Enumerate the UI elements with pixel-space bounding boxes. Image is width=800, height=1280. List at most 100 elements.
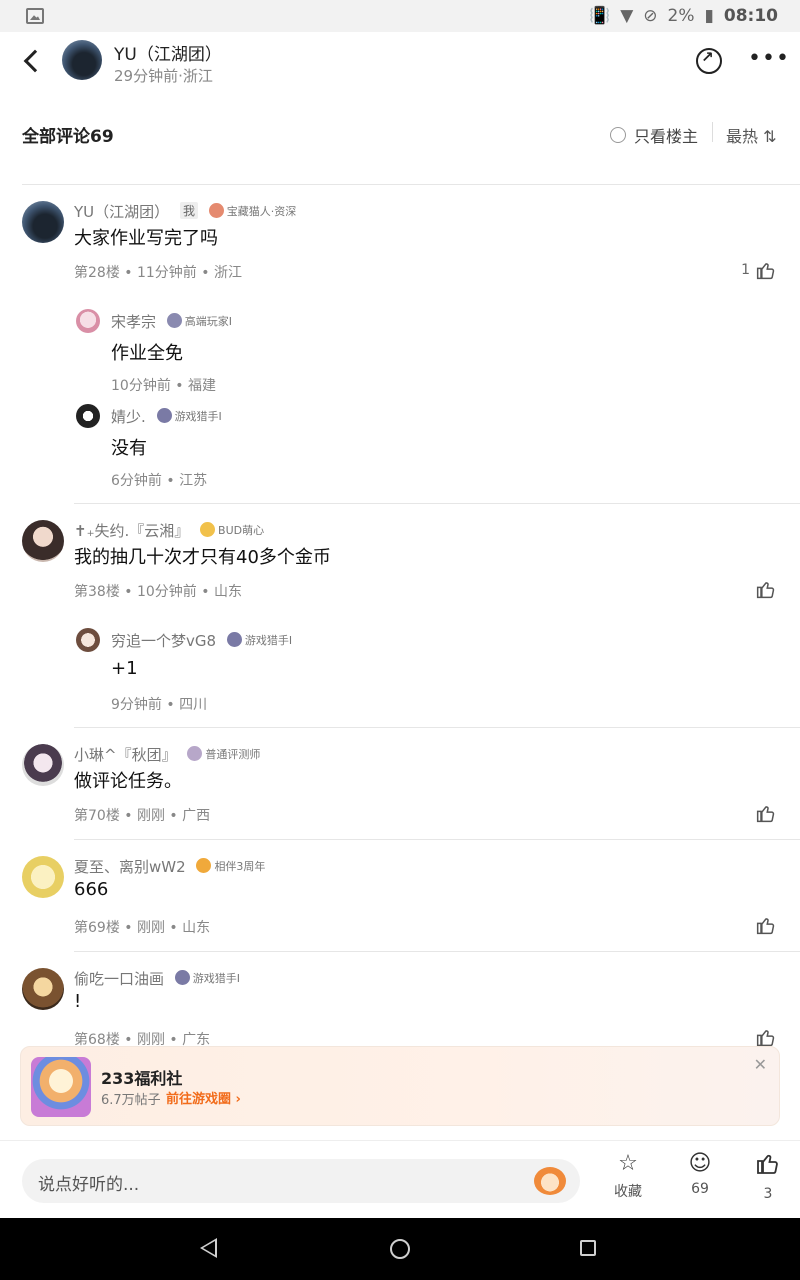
favorite-label: 收藏 (614, 1184, 642, 1200)
comment-text: 大家作业写完了吗 (74, 228, 218, 249)
system-nav-bar (0, 1218, 800, 1280)
favorite-button[interactable]: ☆ 收藏 (598, 1151, 658, 1201)
divider (74, 727, 800, 728)
comments-button[interactable]: ☺ 69 (670, 1151, 730, 1197)
user-badge: 游戏猎手I (226, 632, 293, 648)
like-button[interactable] (756, 803, 776, 823)
emoji-monkey-icon[interactable] (534, 1167, 566, 1195)
comment-text: 666 (74, 879, 109, 900)
username-text: ✝₊失约.『云湘』 (74, 522, 190, 540)
avatar[interactable] (76, 404, 100, 428)
badge-icon (166, 313, 182, 328)
badge-label: 普通评测师 (205, 748, 261, 761)
reply-meta: 6分钟前 • 江苏 (111, 473, 208, 489)
clock: 08:10 (723, 6, 778, 26)
reply-meta: 10分钟前 • 福建 (111, 378, 216, 394)
radio-icon[interactable] (610, 127, 626, 143)
like-post-button[interactable]: 3 (738, 1151, 798, 1202)
star-icon: ☆ (618, 1151, 638, 1176)
top-bar: YU（江湖团） 29分钟前·浙江 ••• (0, 32, 800, 94)
badge-icon (187, 746, 203, 761)
like-button[interactable] (756, 915, 776, 935)
comments-count: 69 (691, 1181, 709, 1197)
comments-header: 全部评论69 只看楼主 最热 ⇅ (0, 110, 800, 160)
avatar[interactable] (22, 856, 64, 898)
username-text: 婧少. (111, 408, 146, 426)
vibrate-icon: 📳 (589, 6, 611, 26)
username-text: 穷追一个梦vG8 (111, 632, 217, 650)
reply-username[interactable]: 婧少. 游戏猎手I (111, 406, 222, 427)
comment-text: ! (74, 991, 82, 1012)
go-to-circle-link[interactable]: 前往游戏圈 › (166, 1088, 241, 1107)
comment-meta: 第28楼 • 11分钟前 • 浙江 (74, 265, 242, 281)
user-badge: 游戏猎手I (156, 408, 222, 424)
promo-title: 233福利社 (101, 1069, 183, 1088)
no-sim-icon: ⊘ (643, 6, 658, 26)
avatar[interactable] (22, 201, 64, 243)
back-icon[interactable] (18, 46, 48, 76)
comment-meta: 第38楼 • 10分钟前 • 山东 (74, 584, 242, 600)
bottom-action-bar: 说点好听的... ☆ 收藏 ☺ 69 3 (0, 1140, 800, 1218)
owner-only-toggle[interactable]: 只看楼主 (610, 123, 698, 147)
like-button[interactable] (756, 579, 776, 599)
reply-text: 没有 (111, 438, 147, 459)
wifi-icon: ▼ (620, 6, 634, 26)
badge-icon (174, 970, 190, 985)
author-name[interactable]: YU（江湖团） (114, 40, 222, 65)
like-button[interactable]: 1 (741, 260, 776, 280)
reply-username[interactable]: 穷追一个梦vG8 游戏猎手I (111, 630, 292, 651)
badge-icon (196, 858, 212, 873)
thumbs-up-icon[interactable] (756, 915, 776, 935)
author-avatar[interactable] (62, 40, 102, 80)
like-count: 1 (741, 262, 750, 278)
battery-percent: 2% (667, 6, 695, 26)
likes-count: 3 (763, 1186, 773, 1202)
status-bar: 📳 ▼ ⊘ 2% ▮ 08:10 (0, 0, 800, 32)
comment-username[interactable]: 偷吃一口油画 游戏猎手I (74, 968, 240, 989)
comment-input[interactable]: 说点好听的... (22, 1159, 580, 1203)
reply-username[interactable]: 宋孝宗 高端玩家I (111, 311, 232, 332)
badge-icon (208, 203, 224, 218)
avatar[interactable] (22, 968, 64, 1010)
comment-username[interactable]: YU（江湖团） 我 宝藏猫人·资深 (74, 201, 296, 222)
comment-text: 我的抽几十次才只有40多个金币 (74, 547, 331, 568)
thumbs-up-icon[interactable] (756, 260, 776, 280)
comment-placeholder: 说点好听的... (38, 1175, 140, 1195)
close-icon[interactable]: ✕ (754, 1055, 767, 1074)
username-text: 小琳^『秋团』 (74, 746, 177, 764)
more-icon[interactable]: ••• (748, 46, 790, 71)
me-tag: 我 (179, 202, 198, 219)
like-button[interactable] (756, 1027, 776, 1047)
thumbs-up-icon[interactable] (756, 579, 776, 599)
share-icon[interactable] (696, 48, 722, 74)
avatar[interactable] (76, 309, 100, 333)
username-text: 偷吃一口油画 (74, 970, 165, 988)
badge-label: BUD萌心 (218, 524, 265, 537)
sort-hot-button[interactable]: 最热 ⇅ (726, 123, 777, 147)
badge-icon (156, 408, 172, 423)
thumbs-up-icon[interactable] (756, 1027, 776, 1047)
nav-home-icon[interactable] (390, 1239, 410, 1259)
promo-banner[interactable]: 233福利社 6.7万帖子 前往游戏圈 › ✕ (20, 1046, 780, 1126)
thumbs-up-icon[interactable] (756, 803, 776, 823)
post-time-location: 29分钟前·浙江 (114, 67, 213, 85)
badge-label: 高端玩家I (184, 315, 233, 328)
avatar[interactable] (76, 628, 100, 652)
comment-username[interactable]: 小琳^『秋团』 普通评测师 (74, 744, 260, 765)
comment-username[interactable]: 夏至、离别wW2 相伴3周年 (74, 856, 265, 877)
user-badge: 相伴3周年 (196, 858, 265, 874)
user-badge: 游戏猎手I (174, 970, 240, 986)
badge-label: 游戏猎手I (174, 410, 222, 423)
avatar[interactable] (22, 520, 64, 562)
divider (74, 839, 800, 840)
nav-back-icon[interactable] (200, 1238, 217, 1258)
reply-text: 作业全免 (111, 343, 183, 364)
badge-label: 相伴3周年 (214, 860, 266, 873)
divider (74, 503, 800, 504)
avatar[interactable] (22, 744, 64, 786)
user-badge: 高端玩家I (166, 313, 233, 329)
badge-label: 游戏猎手I (244, 634, 293, 647)
comment-username[interactable]: ✝₊失约.『云湘』 BUD萌心 (74, 520, 264, 541)
nav-recents-icon[interactable] (580, 1240, 596, 1256)
gallery-notification-icon (26, 8, 44, 24)
